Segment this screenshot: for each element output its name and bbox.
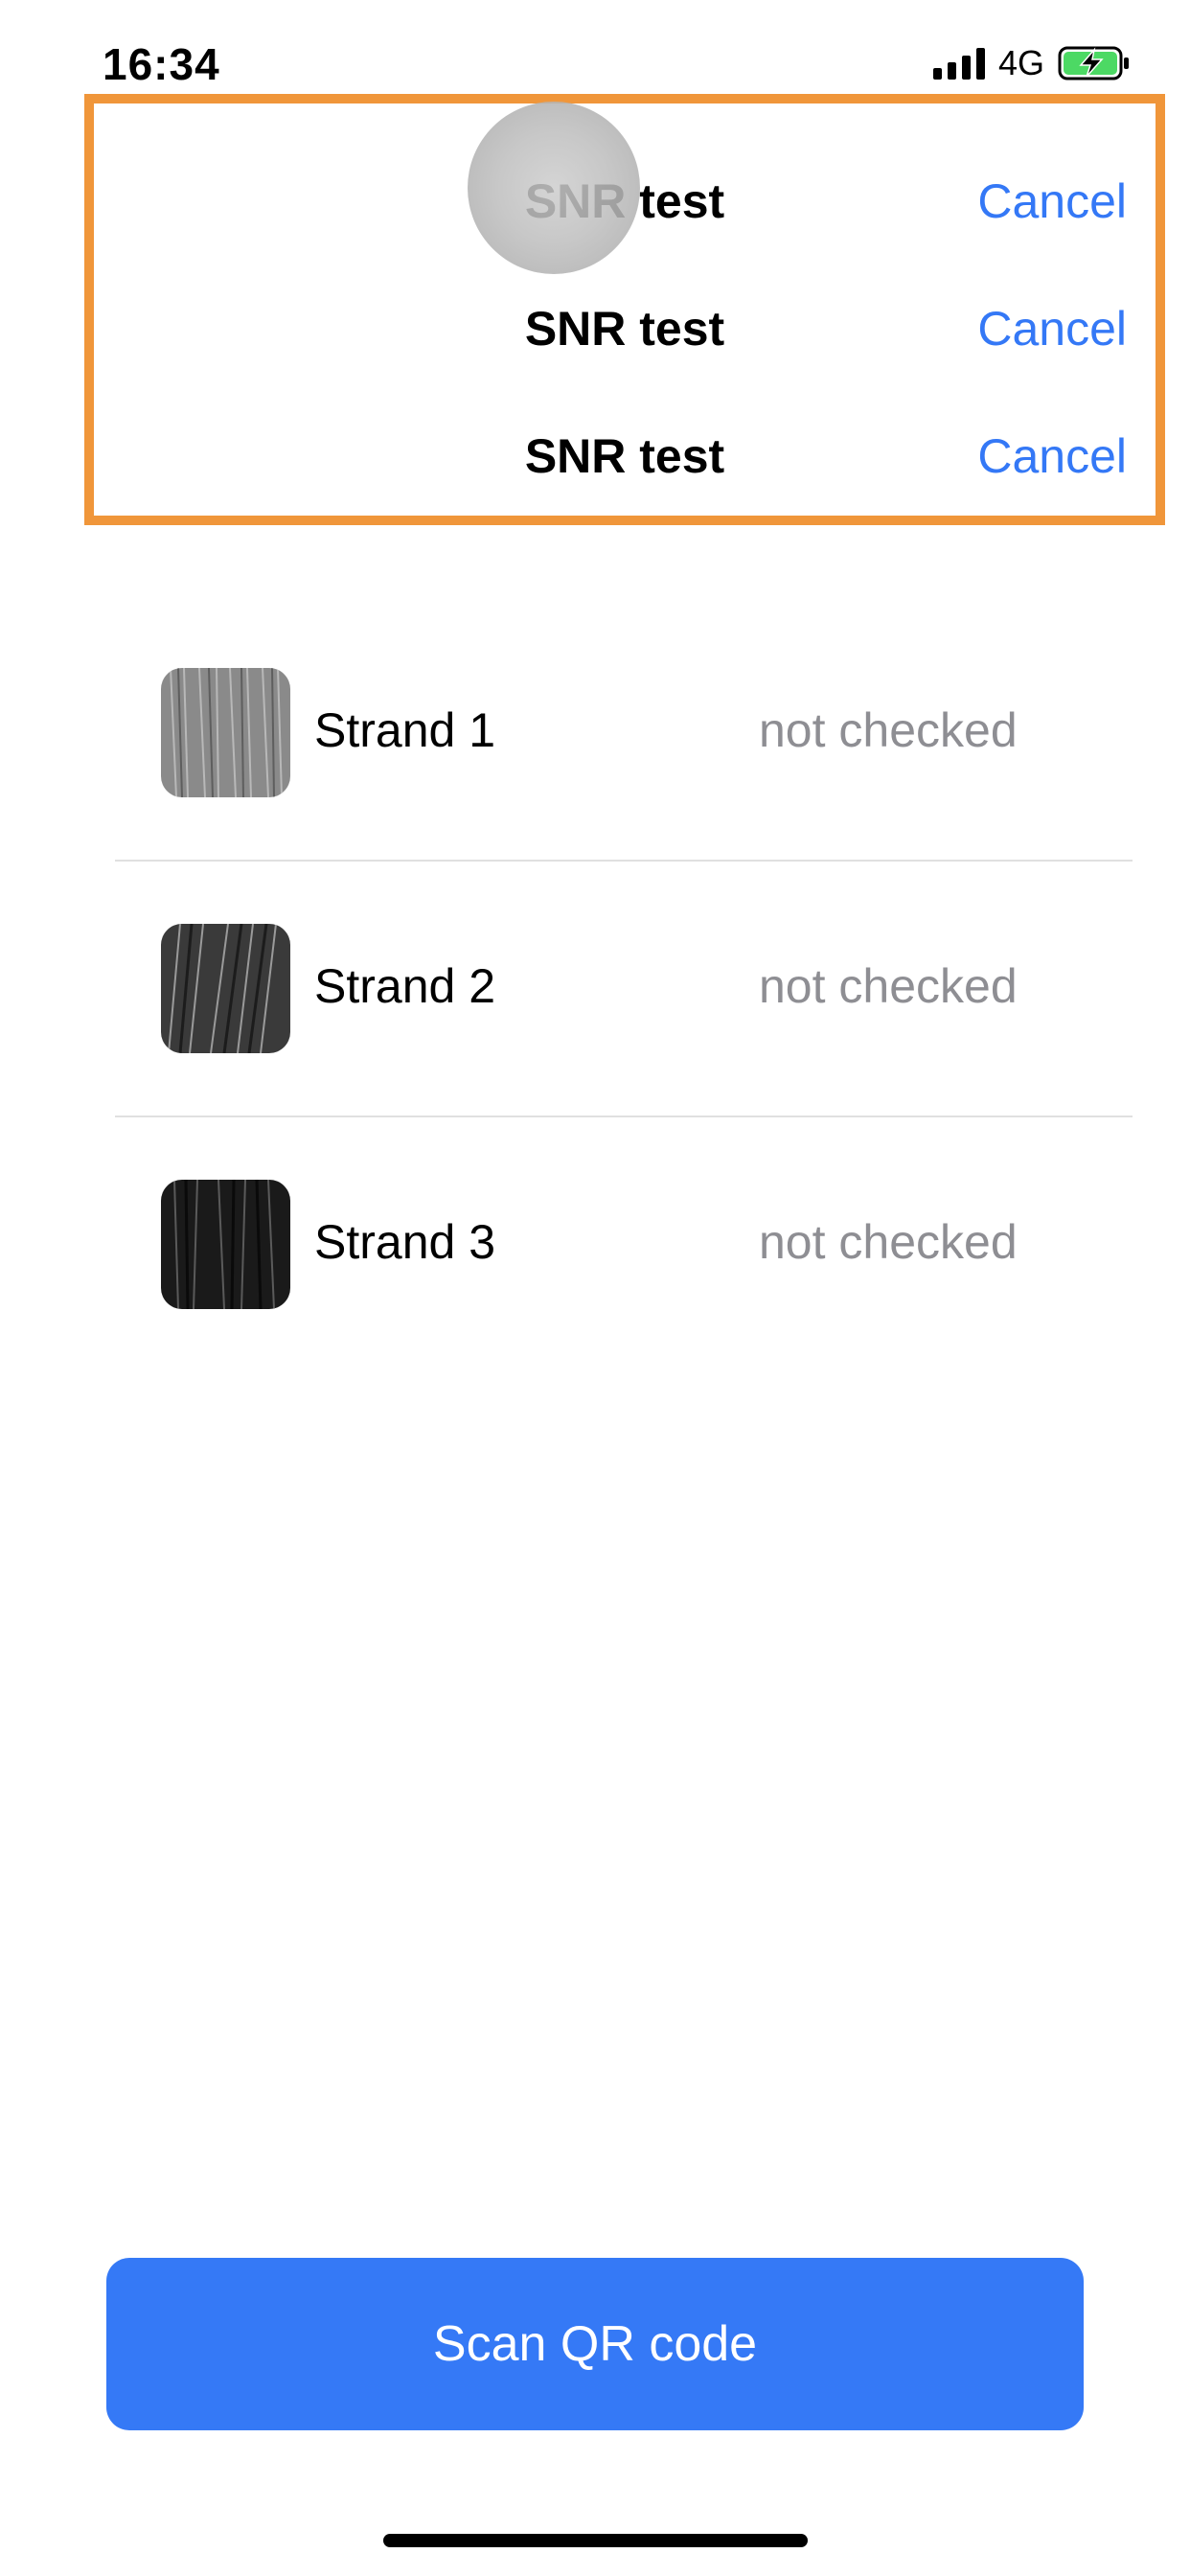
hair-strand-thumbnail [161,1180,290,1309]
hair-strand-thumbnail [161,924,290,1053]
divider [115,1116,1133,1117]
list-item[interactable]: Strand 3 not checked [115,1159,1133,1414]
network-label: 4G [997,43,1044,82]
list-item[interactable]: Strand 1 not checked [115,647,1133,903]
list-item[interactable]: Strand 2 not checked [115,903,1133,1159]
strand-list: Strand 1 not checked Strand 2 not checke… [115,647,1133,1414]
nav-row: SNR test Cancel [94,281,1156,377]
cancel-button[interactable]: Cancel [977,153,1127,249]
hair-strand-thumbnail [161,668,290,797]
strand-label: Strand 2 [314,959,496,1013]
home-indicator[interactable] [383,2534,808,2547]
status-time: 16:34 [103,39,220,89]
battery-charging-icon [1058,46,1129,80]
nav-header-highlight: SNR test Cancel SNR test Cancel SNR test… [84,94,1165,525]
status-icons: 4G [932,42,1131,84]
strand-label: Strand 3 [314,1215,496,1269]
strand-label: Strand 1 [314,703,496,757]
strand-status: not checked [759,959,1018,1013]
divider [115,860,1133,862]
strand-status: not checked [759,703,1018,757]
nav-row: SNR test Cancel [94,153,1156,249]
cancel-button[interactable]: Cancel [977,281,1127,377]
nav-row: SNR test Cancel [94,408,1156,504]
cancel-button[interactable]: Cancel [977,408,1127,504]
signal-icon [932,47,985,80]
strand-status: not checked [759,1215,1018,1269]
scan-qr-button[interactable]: Scan QR code [106,2258,1084,2430]
